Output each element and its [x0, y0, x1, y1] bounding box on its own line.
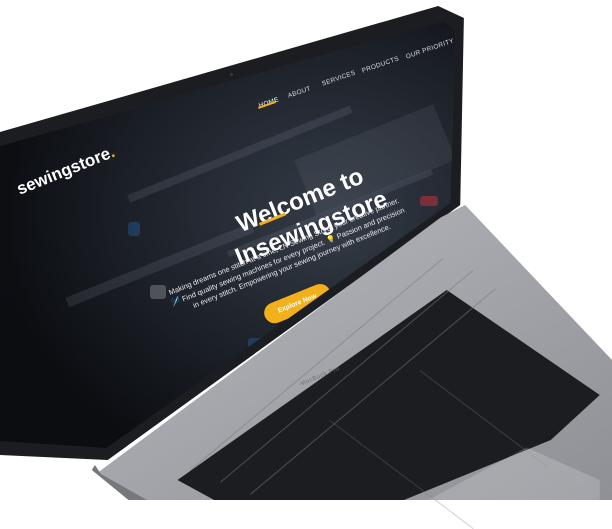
site-logo[interactable]: sewingstore.: [14, 142, 118, 199]
laptop-mockup: HOME ABOUT SERVICES PRODUCTS OUR PRIORIT…: [0, 0, 612, 529]
nav-our-priority[interactable]: OUR PRIORITY: [405, 38, 455, 61]
camera-icon: [230, 73, 233, 76]
nav-products[interactable]: PRODUCTS: [361, 55, 400, 74]
nav-about[interactable]: ABOUT: [287, 85, 312, 99]
nav-services[interactable]: SERVICES: [321, 70, 357, 88]
logo-text: sewingstore: [14, 143, 114, 199]
